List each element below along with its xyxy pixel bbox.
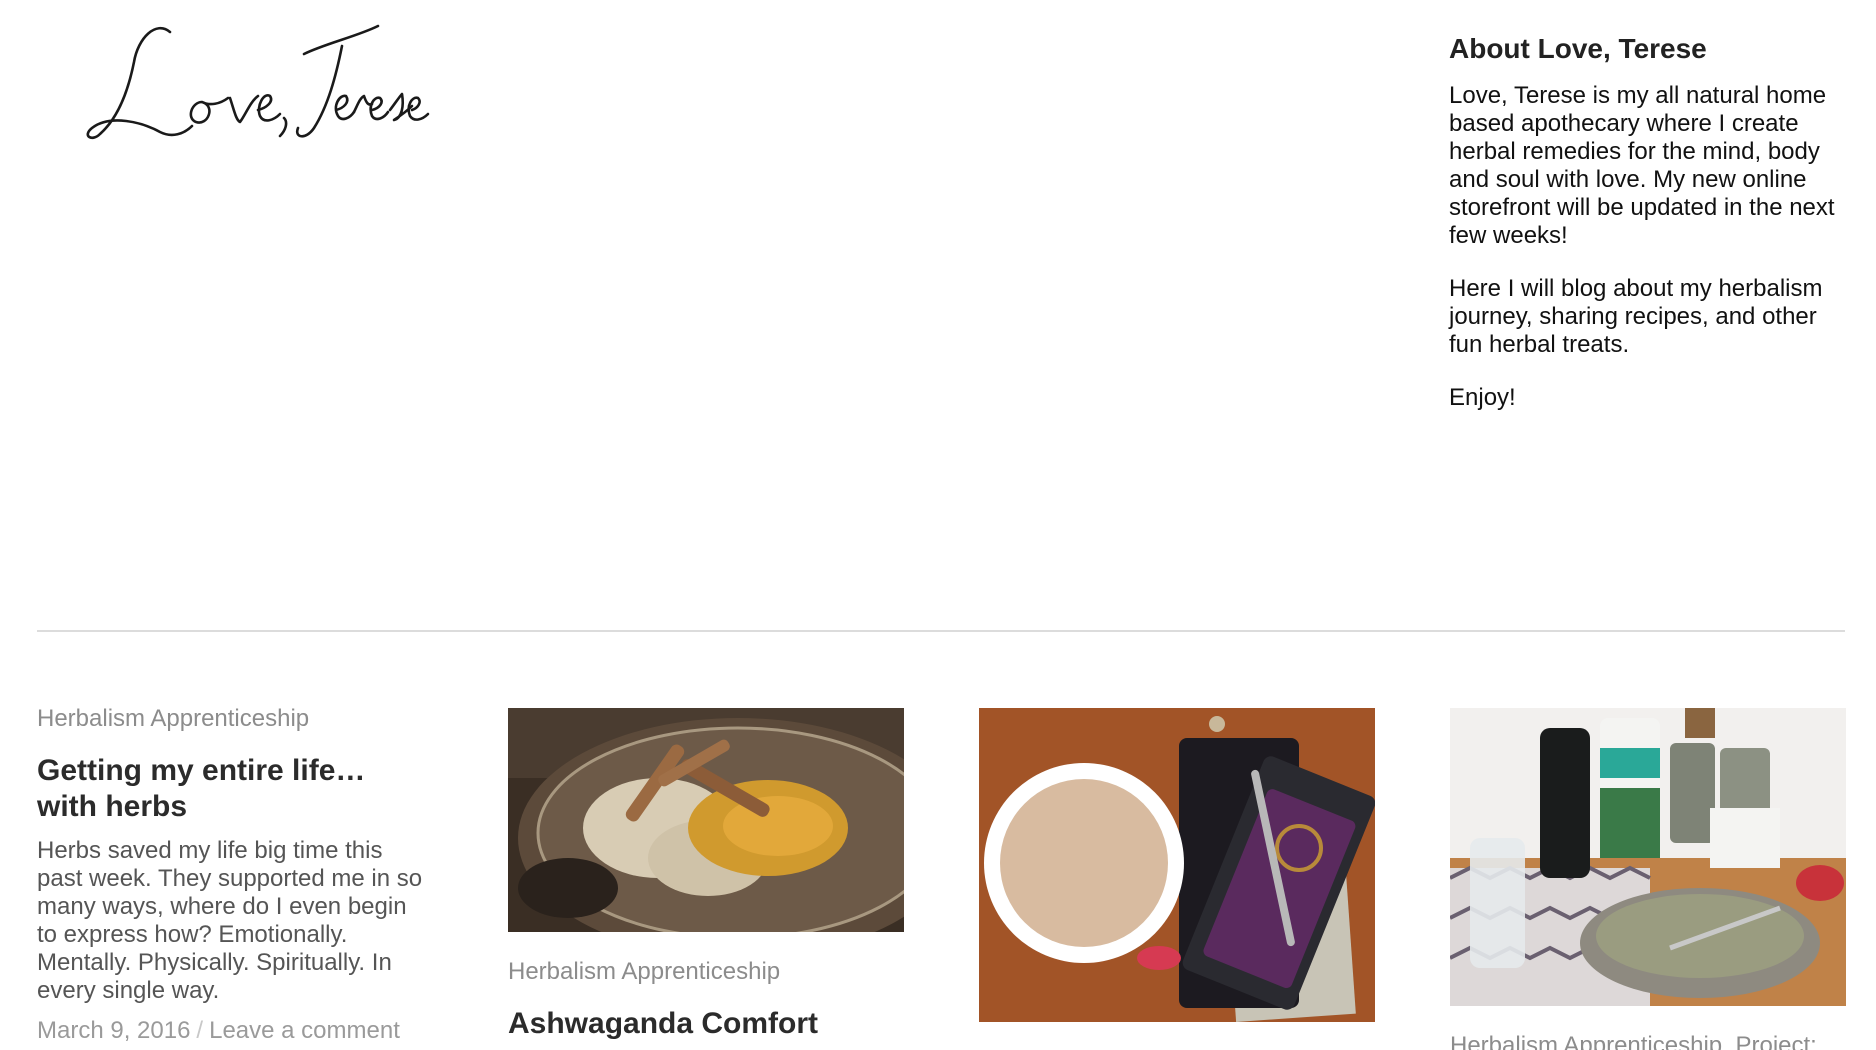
latte-notebook-photo-icon <box>979 708 1375 1022</box>
post-card-4: Herbalism Apprenticeship, Project: <box>1450 708 1846 1050</box>
post-meta: March 9, 2016/Leave a comment <box>37 1017 433 1045</box>
post-card-3 <box>979 708 1375 1022</box>
post-card-1: Herbalism Apprenticeship Getting my enti… <box>37 705 433 1045</box>
post-thumbnail[interactable] <box>1450 708 1846 1006</box>
coconut-oil-herbs-photo-icon <box>1450 708 1846 1006</box>
about-heading: About Love, Terese <box>1449 33 1707 64</box>
post-category-link[interactable]: Herbalism Apprenticeship <box>508 958 904 986</box>
post-title-link[interactable]: Ashwaganda Comfort <box>508 1006 904 1042</box>
post-category-link[interactable]: Herbalism Apprenticeship, Project: <box>1450 1032 1846 1050</box>
herb-bowl-photo-icon <box>508 708 904 932</box>
site-logo[interactable] <box>52 10 432 150</box>
about-paragraph-2: Here I will blog about my herbalism jour… <box>1449 275 1823 358</box>
handwritten-logo-icon <box>86 24 430 140</box>
about-widget: About Love, Terese Love, Terese is my al… <box>1449 32 1849 437</box>
post-title-link[interactable]: Getting my entire life… with herbs <box>37 753 433 825</box>
post-card-2: Herbalism Apprenticeship Ashwaganda Comf… <box>508 708 904 1042</box>
post-excerpt: Herbs saved my life big time this past w… <box>37 837 423 1004</box>
leave-comment-link[interactable]: Leave a comment <box>209 1017 400 1044</box>
section-divider <box>37 630 1845 632</box>
post-category-link[interactable]: Herbalism Apprenticeship <box>37 705 433 733</box>
post-thumbnail[interactable] <box>979 708 1375 1022</box>
meta-separator: / <box>196 1017 204 1044</box>
about-paragraph-3: Enjoy! <box>1449 384 1516 411</box>
post-thumbnail[interactable] <box>508 708 904 932</box>
about-paragraph-1: Love, Terese is my all natural home base… <box>1449 82 1835 249</box>
post-date-link[interactable]: March 9, 2016 <box>37 1017 190 1044</box>
